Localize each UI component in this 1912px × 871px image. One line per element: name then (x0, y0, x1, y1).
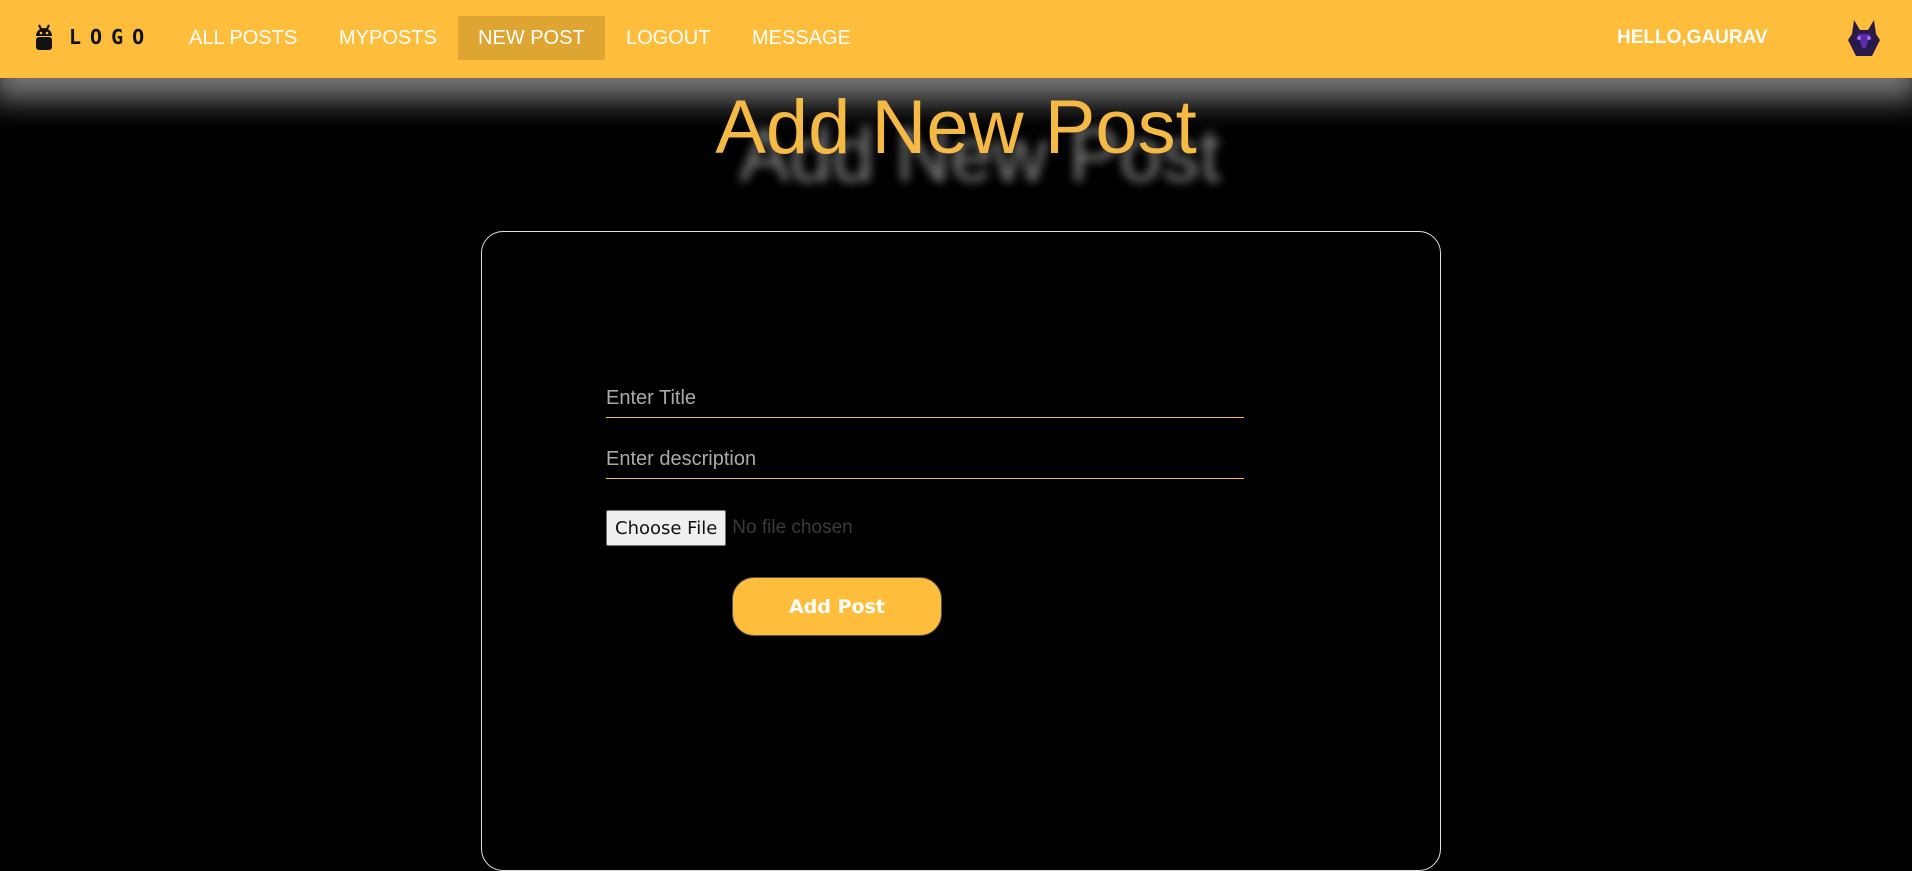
nav-item-logout[interactable]: LOGOUT (606, 16, 730, 60)
page-title-wrapper: Add New Post Add New Post (0, 84, 1912, 198)
description-input[interactable] (606, 441, 1244, 479)
add-post-button[interactable]: Add Post (732, 577, 942, 636)
file-status-text: No file chosen (732, 517, 853, 538)
new-post-form-card: Choose File No file chosen Add Post (481, 231, 1441, 871)
android-icon (33, 22, 55, 52)
logo-text: LOGO (69, 25, 154, 49)
user-greeting: HELLO,GAURAV (1617, 27, 1768, 48)
page-title-text: Add New Post (715, 85, 1197, 170)
nav-item-new-post[interactable]: NEW POST (458, 16, 605, 60)
wolf-avatar-icon[interactable] (1846, 18, 1882, 58)
file-upload: Choose File No file chosen (606, 510, 853, 546)
choose-file-button[interactable]: Choose File (606, 510, 727, 546)
nav-item-myposts[interactable]: MYPOSTS (319, 16, 457, 60)
top-navbar: LOGO ALL POSTS MYPOSTS NEW POST LOGOUT M… (0, 0, 1912, 78)
nav-item-message[interactable]: MESSAGE (732, 16, 871, 60)
title-input[interactable] (606, 380, 1244, 418)
logo[interactable]: LOGO (33, 22, 153, 52)
nav-item-all-posts[interactable]: ALL POSTS (169, 16, 317, 60)
page-title: Add New Post Add New Post (715, 84, 1221, 198)
